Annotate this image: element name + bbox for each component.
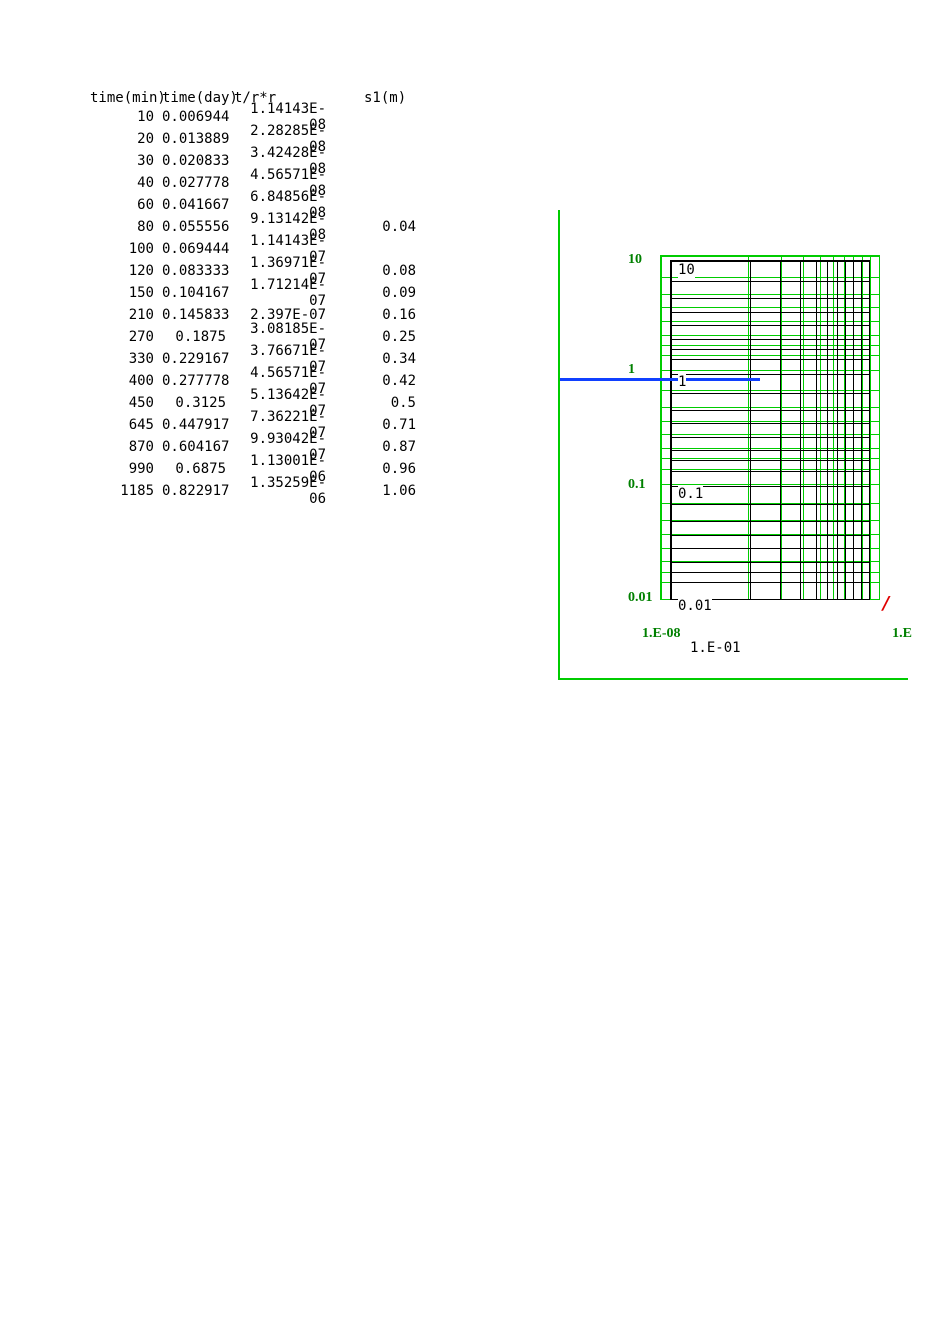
y-tick-black-10: 10 [678, 262, 695, 278]
y-tick-green-01: 0.1 [628, 477, 646, 493]
y-tick-black-01: 0.1 [678, 486, 703, 502]
cell-time_day: 0.069444 [162, 241, 234, 257]
x-tick-black-1e-01: 1.E-01 [690, 640, 741, 656]
data-table: time(min) time(day) t/r*r s1(m) 100.0069… [90, 90, 424, 502]
cell-s1: 1.06 [364, 483, 424, 499]
cell-time_day: 0.604167 [162, 439, 234, 455]
x-tick-green-1e: 1.E [892, 626, 912, 642]
col-header-time-day: time(day) [162, 90, 234, 106]
cell-time_day: 0.027778 [162, 175, 234, 191]
y-tick-green-001: 0.01 [628, 590, 653, 606]
cell-trr: 1.71214E-07 [234, 277, 334, 309]
black-grid [670, 260, 870, 600]
red-annotation-icon: / [881, 593, 892, 614]
cell-time_day: 0.277778 [162, 373, 234, 389]
cell-time_min: 80 [90, 219, 162, 235]
cell-s1: 0.34 [364, 351, 424, 367]
cell-s1: 0.04 [364, 219, 424, 235]
cell-time_day: 0.822917 [162, 483, 234, 499]
cell-s1: 0.71 [364, 417, 424, 433]
cell-time_min: 1185 [90, 483, 162, 499]
y-tick-black-1: 1 [678, 374, 686, 390]
cell-s1: 0.5 [364, 395, 424, 411]
cell-time_min: 645 [90, 417, 162, 433]
cell-time_min: 990 [90, 461, 162, 477]
cell-time_min: 100 [90, 241, 162, 257]
cell-time_day: 0.055556 [162, 219, 234, 235]
col-header-time-min: time(min) [90, 90, 162, 106]
cell-trr: 1.35259E-06 [234, 475, 334, 507]
cell-time_day: 0.229167 [162, 351, 234, 367]
cell-time_day: 0.3125 [162, 395, 234, 411]
cell-time_day: 0.041667 [162, 197, 234, 213]
cell-s1: 0.25 [364, 329, 424, 345]
cell-time_day: 0.447917 [162, 417, 234, 433]
cell-time_day: 0.006944 [162, 109, 234, 125]
cell-time_day: 0.6875 [162, 461, 234, 477]
cell-time_day: 0.1875 [162, 329, 234, 345]
cell-time_min: 400 [90, 373, 162, 389]
cell-time_min: 210 [90, 307, 162, 323]
cell-time_min: 10 [90, 109, 162, 125]
chart-plot-area: 10 1 0.1 0.01 10 1 0.1 0.01 1.E-08 1.E 1… [630, 250, 900, 620]
cell-time_min: 40 [90, 175, 162, 191]
cell-s1: 0.87 [364, 439, 424, 455]
chart-container: 10 1 0.1 0.01 10 1 0.1 0.01 1.E-08 1.E 1… [558, 210, 908, 680]
col-header-s1: s1(m) [364, 90, 424, 106]
x-tick-green-1e-08: 1.E-08 [642, 626, 681, 642]
cell-time_day: 0.020833 [162, 153, 234, 169]
cell-time_day: 0.083333 [162, 263, 234, 279]
y-tick-green-1: 1 [628, 362, 635, 378]
cell-time_min: 30 [90, 153, 162, 169]
cell-time_day: 0.104167 [162, 285, 234, 301]
blue-reference-line [560, 378, 760, 381]
cell-time_day: 0.013889 [162, 131, 234, 147]
cell-time_min: 330 [90, 351, 162, 367]
cell-s1: 0.96 [364, 461, 424, 477]
cell-time_min: 870 [90, 439, 162, 455]
y-tick-black-001: 0.01 [678, 598, 712, 614]
cell-time_min: 270 [90, 329, 162, 345]
cell-s1: 0.42 [364, 373, 424, 389]
cell-time_min: 120 [90, 263, 162, 279]
cell-time_min: 20 [90, 131, 162, 147]
table-body: 100.0069441.14143E-08200.0138892.28285E-… [90, 106, 424, 502]
cell-time_min: 60 [90, 197, 162, 213]
cell-s1: 0.08 [364, 263, 424, 279]
cell-s1: 0.16 [364, 307, 424, 323]
cell-time_min: 450 [90, 395, 162, 411]
table-row: 11850.8229171.35259E-061.06 [90, 480, 424, 502]
table-row: 1500.1041671.71214E-070.09 [90, 282, 424, 304]
cell-time_day: 0.145833 [162, 307, 234, 323]
y-tick-green-10: 10 [628, 252, 642, 268]
cell-time_min: 150 [90, 285, 162, 301]
cell-s1: 0.09 [364, 285, 424, 301]
